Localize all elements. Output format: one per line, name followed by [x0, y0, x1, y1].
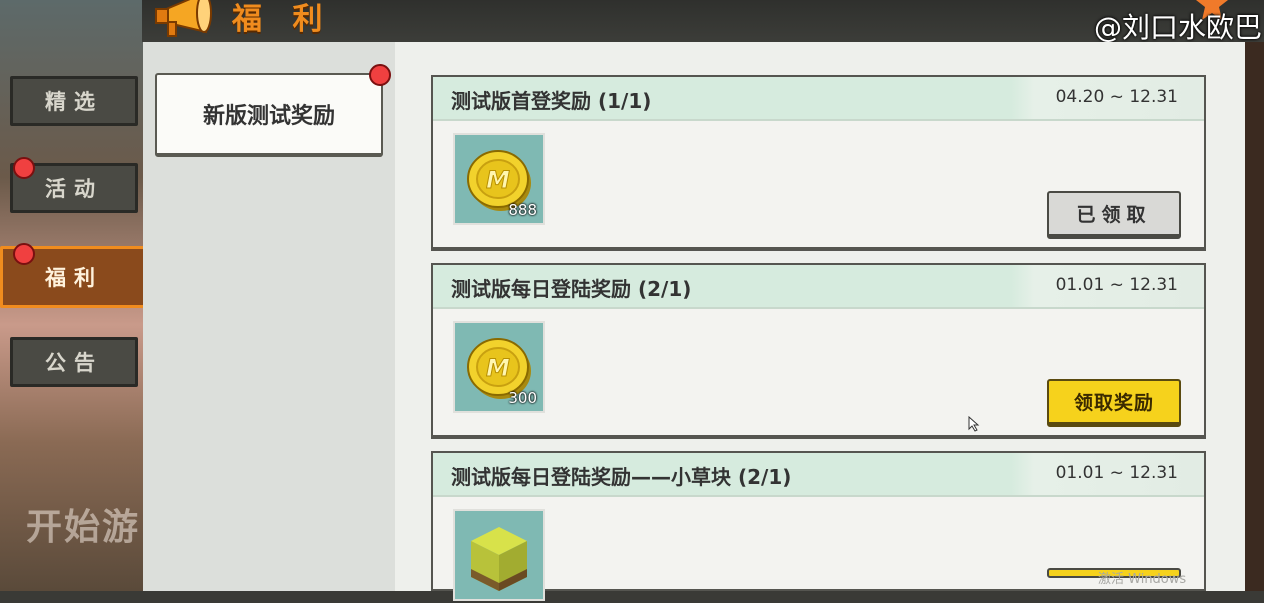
notification-badge — [13, 243, 35, 265]
notification-badge — [13, 157, 35, 179]
panel-edge — [1245, 42, 1264, 591]
sidebar-item-featured[interactable]: 精选 — [10, 76, 138, 126]
reward-count: 300 — [508, 389, 537, 407]
reward-item[interactable]: M 300 — [453, 321, 545, 413]
svg-text:M: M — [486, 166, 510, 194]
reward-title: 测试版每日登陆奖励——小草块 (2/1) — [451, 465, 792, 489]
reward-date-range: 01.01 ~ 12.31 — [1055, 275, 1178, 295]
reward-card-header: 测试版每日登陆奖励 (2/1) 01.01 ~ 12.31 — [433, 265, 1204, 309]
reward-card-header: 测试版每日登陆奖励——小草块 (2/1) 01.01 ~ 12.31 — [433, 453, 1204, 497]
grass-block-icon — [471, 527, 527, 591]
reward-date-range: 04.20 ~ 12.31 — [1055, 87, 1178, 107]
reward-item[interactable] — [453, 509, 545, 601]
reward-item[interactable]: M 888 — [453, 133, 545, 225]
tab-new-test-rewards[interactable]: 新版测试奖励 — [155, 73, 383, 157]
reward-count: 888 — [508, 201, 537, 219]
windows-activation-notice: 激活 Windows — [1098, 572, 1187, 587]
sidebar-item-label: 公告 — [45, 351, 103, 375]
reward-card: 测试版每日登陆奖励 (2/1) 01.01 ~ 12.31 M 300 领取奖励 — [431, 263, 1206, 439]
reward-card: 测试版首登奖励 (1/1) 04.20 ~ 12.31 M 888 已领取 — [431, 75, 1206, 251]
sidebar-item-label: 精选 — [45, 90, 103, 114]
svg-text:M: M — [486, 354, 510, 382]
claim-reward-button[interactable]: 领取奖励 — [1047, 379, 1181, 427]
sidebar-item-label: 福利 — [45, 266, 103, 290]
page-title: 福 利 — [232, 2, 333, 37]
watermark: @刘口水欧巴 — [1094, 11, 1263, 44]
reward-title: 测试版每日登陆奖励 (2/1) — [451, 277, 692, 301]
reward-card: 测试版每日登陆奖励——小草块 (2/1) 01.01 ~ 12.31 — [431, 451, 1206, 601]
reward-title: 测试版首登奖励 (1/1) — [451, 89, 652, 113]
reward-card-header: 测试版首登奖励 (1/1) 04.20 ~ 12.31 — [433, 77, 1204, 121]
sidebar-item-announcements[interactable]: 公告 — [10, 337, 138, 387]
megaphone-icon — [155, 0, 212, 37]
tab-label: 新版测试奖励 — [202, 104, 335, 129]
mouse-cursor-icon — [968, 416, 980, 432]
notification-badge — [369, 64, 391, 86]
start-game-text: 开始游 — [26, 507, 141, 548]
claimed-button[interactable]: 已领取 — [1047, 191, 1181, 239]
reward-date-range: 01.01 ~ 12.31 — [1055, 463, 1178, 483]
sidebar-item-label: 活动 — [45, 177, 103, 201]
